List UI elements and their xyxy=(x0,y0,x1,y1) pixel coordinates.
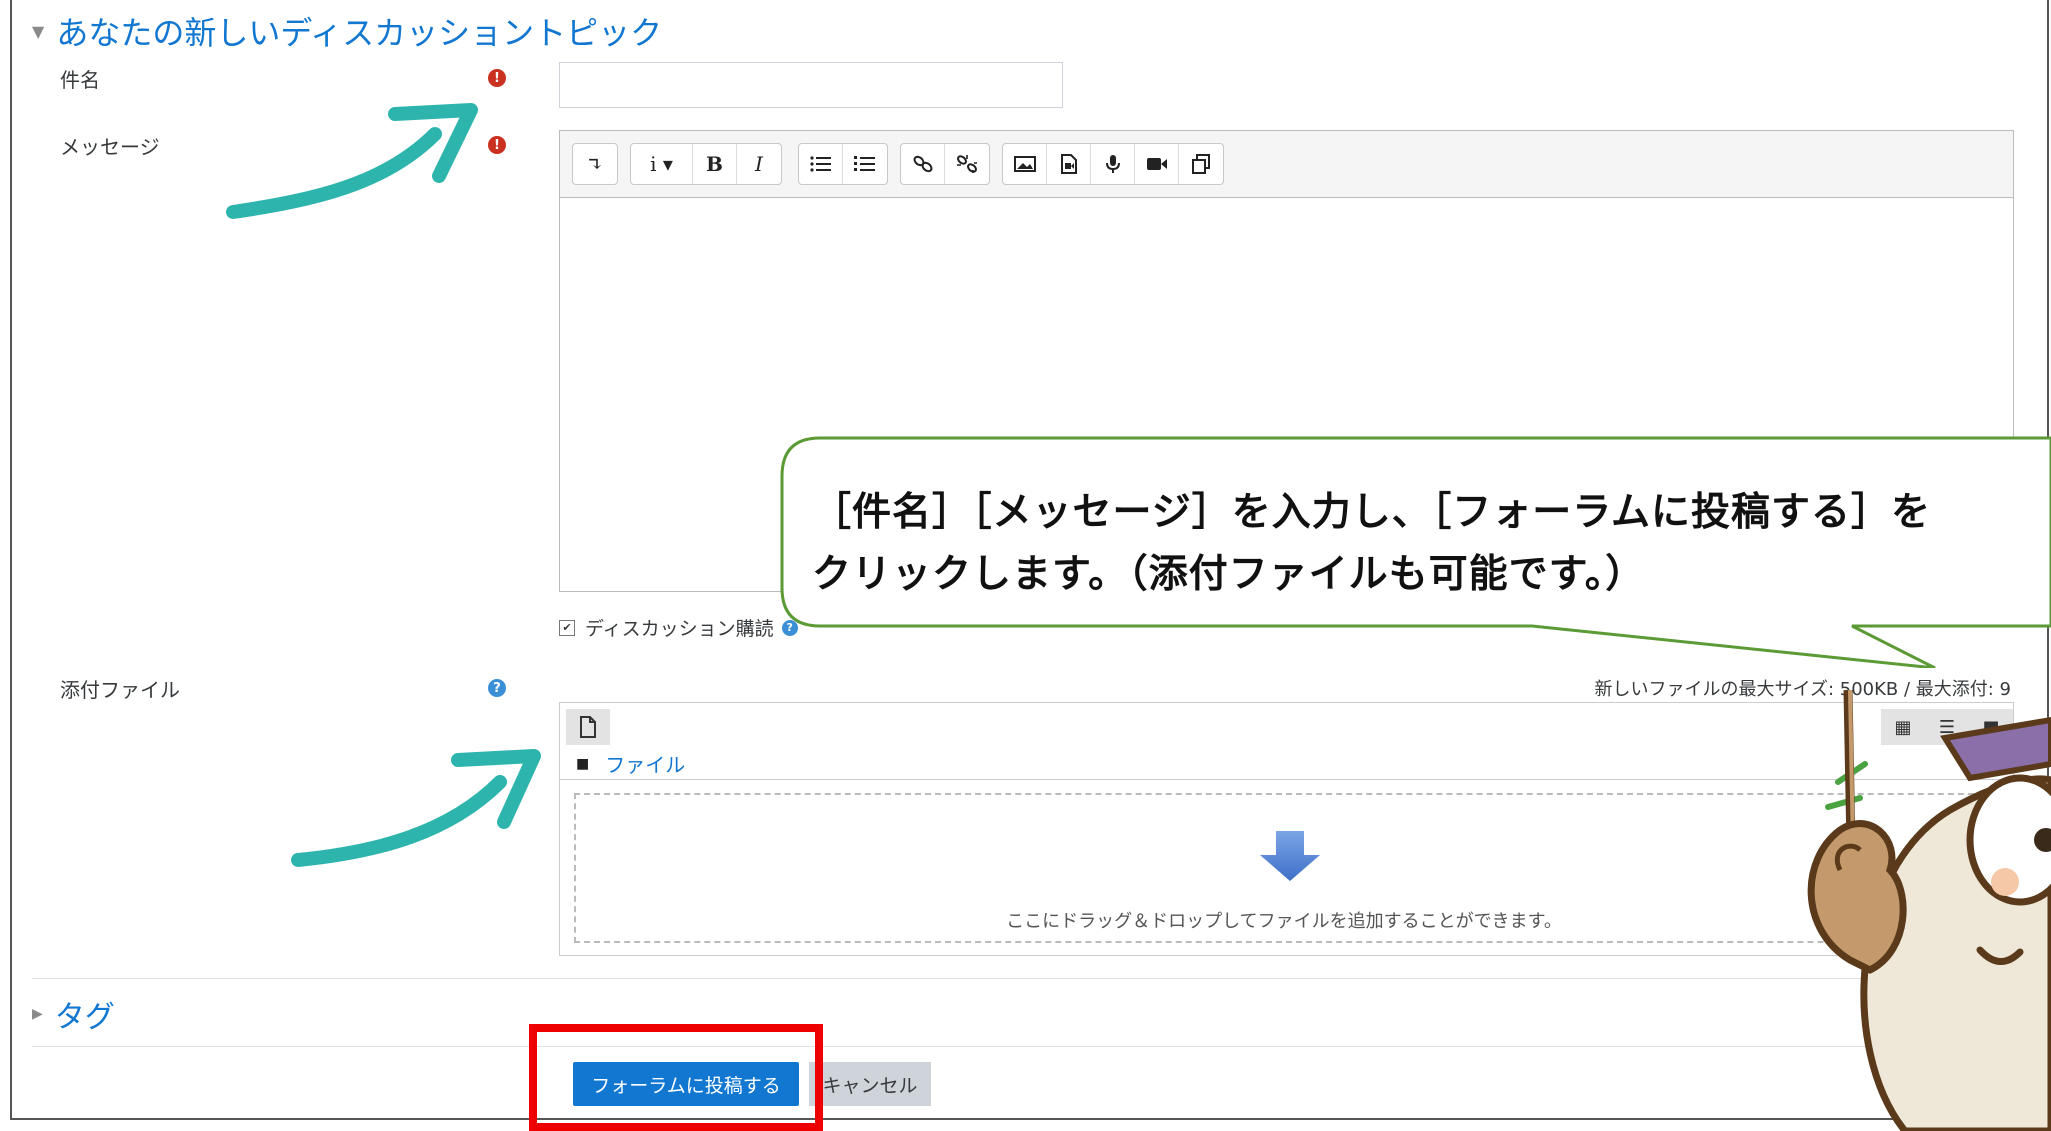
unlink-icon[interactable] xyxy=(945,144,989,184)
microphone-icon[interactable] xyxy=(1091,144,1135,184)
section-title: あなたの新しいディスカッショントピック xyxy=(56,14,663,52)
ordered-list-icon[interactable] xyxy=(843,144,887,184)
unordered-list-icon[interactable] xyxy=(799,144,843,184)
expand-caret-icon[interactable]: ▶ xyxy=(32,1006,43,1022)
download-arrow-icon xyxy=(1260,831,1320,881)
manage-files-icon[interactable] xyxy=(1179,144,1223,184)
editor-toolbar: ↴ i ▾ B I xyxy=(560,131,2013,198)
annotation-arrow-icon xyxy=(291,749,541,867)
balloon-line-2: クリックします。（添付ファイルも可能です。） xyxy=(812,552,1646,597)
attachment-label: 添付ファイル xyxy=(60,678,180,702)
message-label: メッセージ xyxy=(60,135,160,159)
tags-title: タグ xyxy=(54,1000,115,1035)
toolbar-toggle-button[interactable]: ↴ xyxy=(573,144,617,184)
video-camera-icon[interactable] xyxy=(1135,144,1179,184)
section-header[interactable]: ▼ あなたの新しいディスカッショントピック xyxy=(32,8,662,54)
file-path: ■ ファイル xyxy=(576,749,685,778)
subscribe-label: ディスカッション購読 xyxy=(585,618,774,640)
bold-button[interactable]: B xyxy=(693,144,737,184)
subject-label: 件名 xyxy=(60,68,100,92)
subject-input[interactable] xyxy=(559,62,1063,108)
highlight-box xyxy=(529,1024,823,1131)
folder-icon: ■ xyxy=(576,755,590,772)
subscribe-option[interactable]: ✔ ディスカッション購読 ? xyxy=(559,614,798,641)
subscribe-checkbox[interactable]: ✔ xyxy=(559,619,575,636)
collapse-caret-icon[interactable]: ▼ xyxy=(32,22,44,41)
balloon-text: ［件名］［メッセージ］を入力し、［フォーラムに投稿する］を クリックします。（添… xyxy=(812,482,2042,606)
image-icon[interactable] xyxy=(1003,144,1047,184)
required-icon: ! xyxy=(488,69,506,87)
italic-button[interactable]: I xyxy=(737,144,781,184)
owl-mascot-illustration xyxy=(1807,690,2051,1131)
add-file-button[interactable] xyxy=(566,709,610,745)
balloon-line-1: ［件名］［メッセージ］を入力し、［フォーラムに投稿する］を xyxy=(812,490,1932,535)
link-icon[interactable] xyxy=(901,144,945,184)
media-file-icon[interactable] xyxy=(1047,144,1091,184)
cancel-button[interactable]: キャンセル xyxy=(809,1062,931,1106)
paragraph-style-button[interactable]: i ▾ xyxy=(631,144,693,184)
tags-section-header[interactable]: ▶ タグ xyxy=(32,992,115,1036)
file-path-link[interactable]: ファイル xyxy=(605,749,685,778)
help-icon[interactable]: ? xyxy=(488,679,506,697)
annotation-arrow-icon xyxy=(226,103,478,219)
